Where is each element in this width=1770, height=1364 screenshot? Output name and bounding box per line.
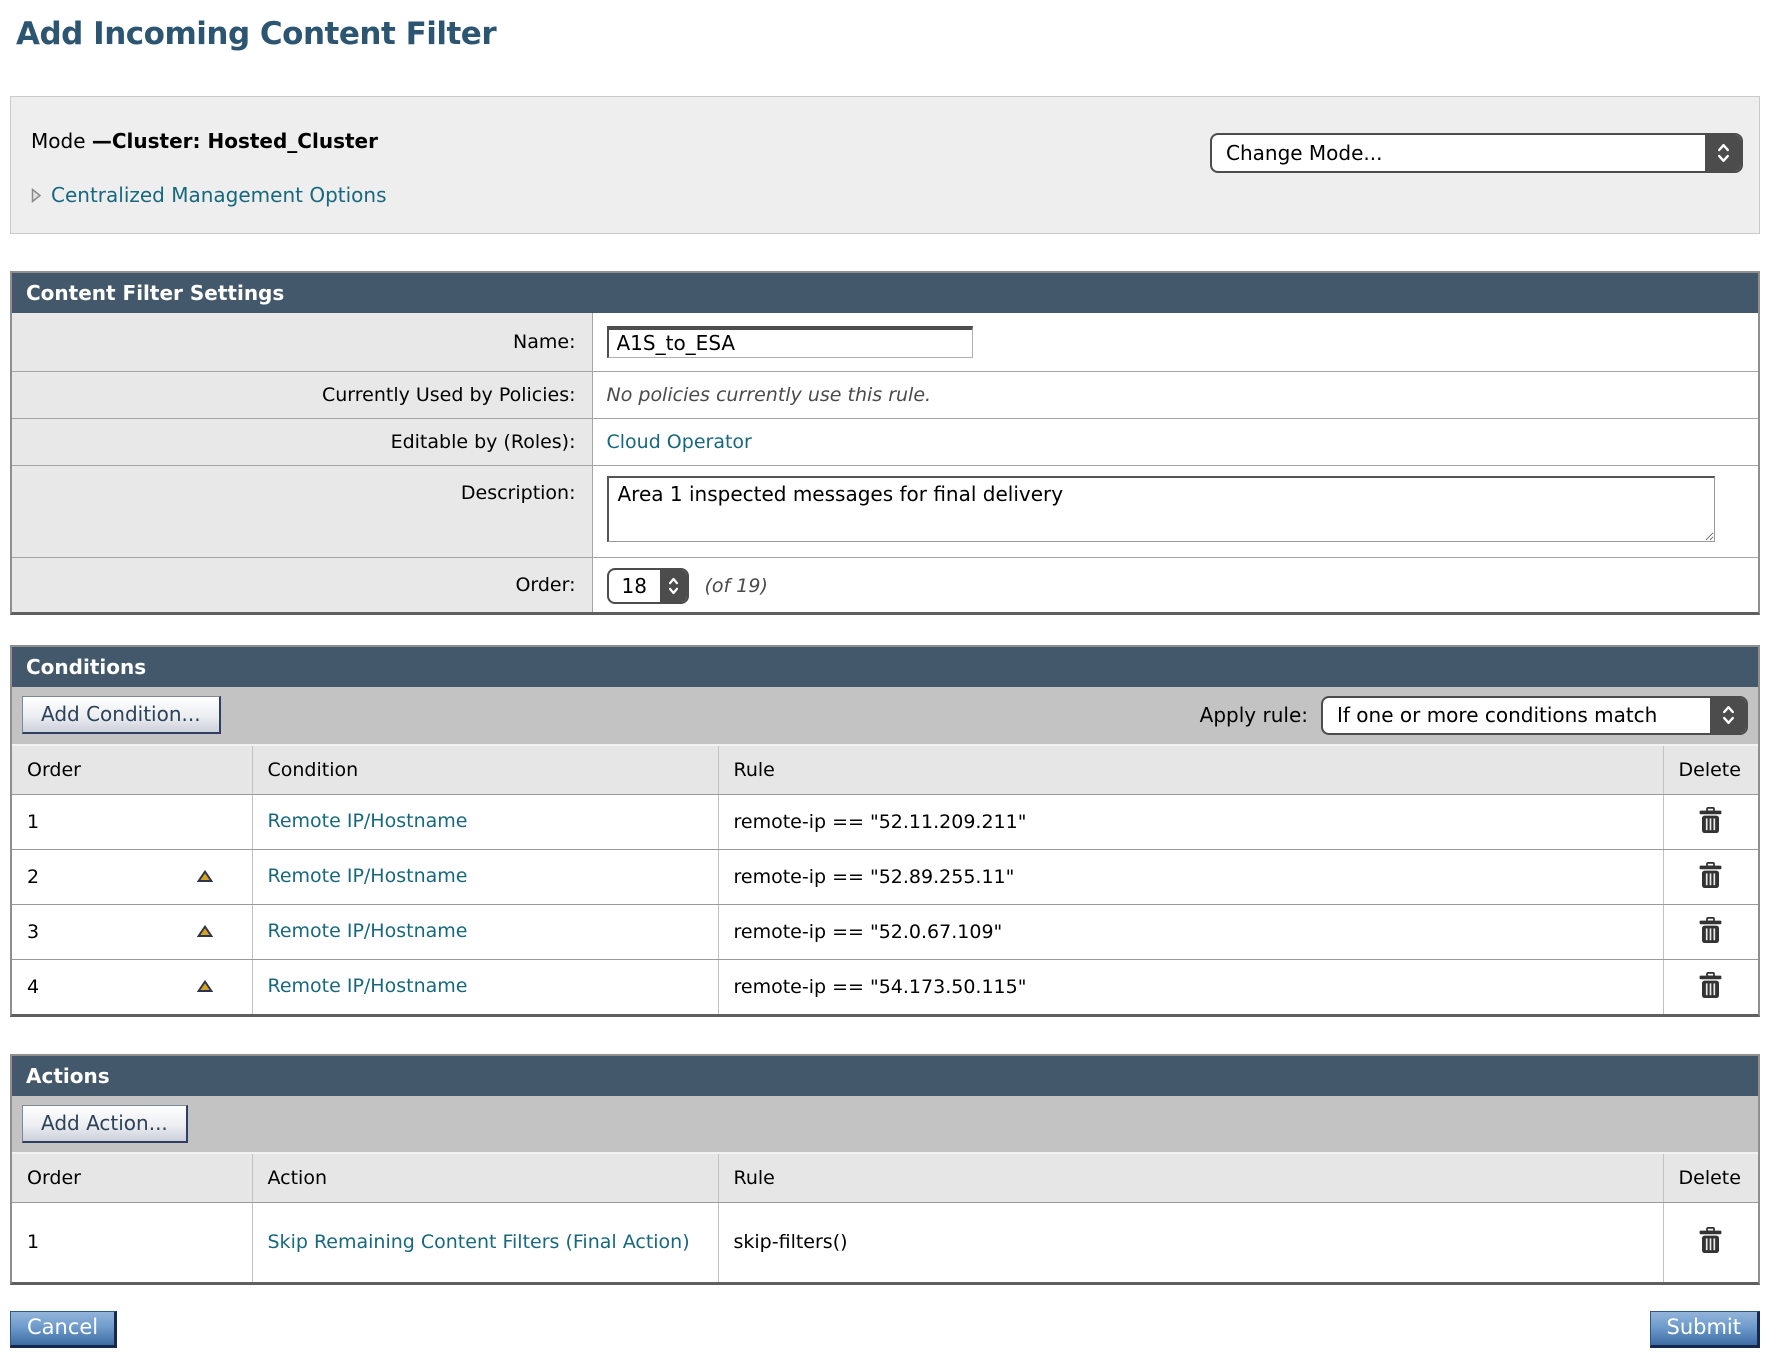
change-mode-value: Change Mode...: [1212, 135, 1705, 171]
apply-rule-label: Apply rule:: [1200, 703, 1308, 727]
footer-bar: Cancel Submit: [10, 1311, 1760, 1348]
select-stepper-icon: [1710, 698, 1746, 733]
action-link[interactable]: Skip Remaining Content Filters (Final Ac…: [268, 1231, 690, 1253]
settings-row-policies: Currently Used by Policies: No policies …: [12, 371, 1758, 418]
condition-row: 1 Remote IP/Hostname remote-ip == "52.11…: [12, 794, 1758, 849]
condition-rule: remote-ip == "52.89.255.11": [718, 849, 1663, 904]
delete-button[interactable]: [1694, 1225, 1727, 1259]
move-up-icon[interactable]: [197, 870, 213, 883]
action-rule: skip-filters(): [718, 1202, 1663, 1282]
delete-button[interactable]: [1694, 805, 1727, 839]
trash-icon: [1698, 1227, 1723, 1254]
trash-icon: [1698, 807, 1723, 834]
settings-section-header: Content Filter Settings: [12, 273, 1758, 313]
settings-row-description: Description: Area 1 inspected messages f…: [12, 465, 1758, 557]
conditions-toolbar: Add Condition... Apply rule: If one or m…: [12, 687, 1758, 746]
action-row: 1 Skip Remaining Content Filters (Final …: [12, 1202, 1758, 1282]
condition-rule: remote-ip == "52.11.209.211": [718, 794, 1663, 849]
content-filter-settings-section: Content Filter Settings Name: Currently …: [10, 271, 1760, 615]
order-label: Order:: [12, 557, 592, 612]
delete-button[interactable]: [1694, 915, 1727, 949]
settings-row-order: Order: 18 (of 19): [12, 557, 1758, 612]
select-stepper-icon: [1705, 135, 1741, 171]
condition-order: 4: [27, 976, 39, 998]
col-header-order: Order: [12, 1154, 252, 1203]
change-mode-select[interactable]: Change Mode...: [1210, 133, 1743, 173]
delete-button[interactable]: [1694, 860, 1727, 894]
add-action-button[interactable]: Add Action...: [22, 1105, 188, 1143]
name-input[interactable]: [607, 326, 973, 358]
description-textarea[interactable]: Area 1 inspected messages for final deli…: [607, 476, 1715, 542]
mode-value: —Cluster: Hosted_Cluster: [92, 129, 378, 153]
order-select-value: 18: [609, 570, 660, 602]
trash-icon: [1698, 972, 1723, 999]
roles-label: Editable by (Roles):: [12, 418, 592, 465]
condition-rule: remote-ip == "52.0.67.109": [718, 904, 1663, 959]
condition-order: 3: [27, 921, 39, 943]
col-header-rule: Rule: [718, 746, 1663, 795]
settings-row-name: Name:: [12, 313, 1758, 371]
order-of-label: (of 19): [705, 575, 768, 597]
condition-row: 4 Remote IP/Hostname remote-ip == "54.17…: [12, 959, 1758, 1014]
order-select[interactable]: 18: [607, 568, 689, 604]
condition-rule: remote-ip == "54.173.50.115": [718, 959, 1663, 1014]
submit-button[interactable]: Submit: [1650, 1311, 1761, 1348]
name-label: Name:: [12, 313, 592, 371]
cancel-button[interactable]: Cancel: [10, 1311, 117, 1348]
conditions-header-row: Order Condition Rule Delete: [12, 746, 1758, 795]
policies-label: Currently Used by Policies:: [12, 371, 592, 418]
col-header-order: Order: [12, 746, 252, 795]
page: Add Incoming Content Filter Mode —Cluste…: [0, 0, 1770, 1364]
condition-link[interactable]: Remote IP/Hostname: [268, 975, 468, 997]
policies-value: No policies currently use this rule.: [607, 384, 932, 406]
delete-button[interactable]: [1694, 970, 1727, 1004]
settings-row-roles: Editable by (Roles): Cloud Operator: [12, 418, 1758, 465]
col-header-action: Action: [252, 1154, 718, 1203]
mode-box: Mode —Cluster: Hosted_Cluster Change Mod…: [10, 96, 1760, 234]
apply-rule-value: If one or more conditions match: [1323, 698, 1710, 733]
conditions-section-header: Conditions: [12, 647, 1758, 687]
condition-link[interactable]: Remote IP/Hostname: [268, 865, 468, 887]
action-order: 1: [27, 1231, 39, 1253]
mode-label: Mode: [31, 129, 92, 153]
actions-header-row: Order Action Rule Delete: [12, 1154, 1758, 1203]
condition-row: 2 Remote IP/Hostname remote-ip == "52.89…: [12, 849, 1758, 904]
select-stepper-icon: [660, 570, 687, 602]
centralized-management-options-link[interactable]: Centralized Management Options: [51, 183, 387, 207]
description-label: Description:: [12, 465, 592, 557]
disclosure-triangle-icon[interactable]: [31, 188, 42, 203]
col-header-condition: Condition: [252, 746, 718, 795]
trash-icon: [1698, 917, 1723, 944]
roles-link[interactable]: Cloud Operator: [607, 431, 752, 453]
condition-link[interactable]: Remote IP/Hostname: [268, 810, 468, 832]
actions-section: Actions Add Action... Order Action Rule …: [10, 1054, 1760, 1286]
actions-toolbar: Add Action...: [12, 1096, 1758, 1154]
condition-order: 1: [27, 811, 39, 833]
trash-icon: [1698, 862, 1723, 889]
condition-order: 2: [27, 866, 39, 888]
actions-section-header: Actions: [12, 1056, 1758, 1096]
condition-link[interactable]: Remote IP/Hostname: [268, 920, 468, 942]
condition-row: 3 Remote IP/Hostname remote-ip == "52.0.…: [12, 904, 1758, 959]
conditions-section: Conditions Add Condition... Apply rule: …: [10, 645, 1760, 1017]
move-up-icon[interactable]: [197, 925, 213, 938]
col-header-rule: Rule: [718, 1154, 1663, 1203]
move-up-icon[interactable]: [197, 980, 213, 993]
col-header-delete: Delete: [1663, 1154, 1758, 1203]
apply-rule-select[interactable]: If one or more conditions match: [1321, 696, 1748, 735]
page-title: Add Incoming Content Filter: [16, 16, 1760, 52]
col-header-delete: Delete: [1663, 746, 1758, 795]
add-condition-button[interactable]: Add Condition...: [22, 696, 221, 734]
